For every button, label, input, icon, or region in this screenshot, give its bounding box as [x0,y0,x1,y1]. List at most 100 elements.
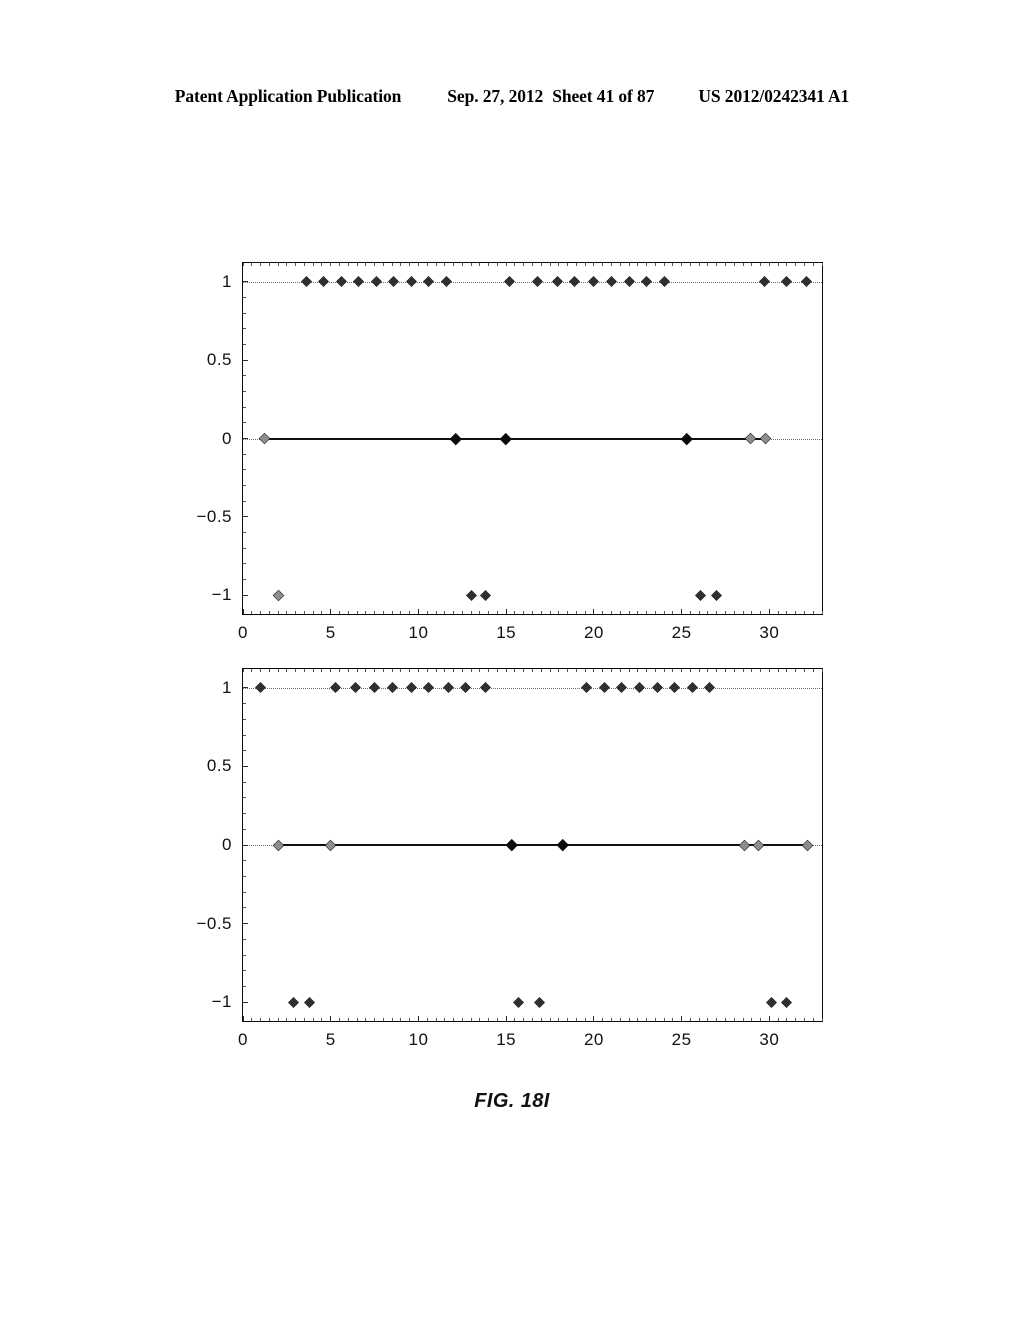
x-axis-label: 30 [759,623,780,642]
x-tick-minor [277,611,279,614]
x-tick-minor [584,263,586,266]
y-tick-minor [243,500,246,502]
x-tick-minor [795,669,797,672]
x-tick-minor [356,1018,358,1021]
y-tick-major [243,687,248,689]
x-tick-minor [479,669,481,672]
x-tick-minor [672,263,674,266]
x-tick-minor [707,1018,709,1021]
data-point-marker [406,682,417,693]
x-tick-minor [610,669,612,672]
x-tick-minor [646,611,648,614]
x-tick-minor [698,669,700,672]
data-point-marker [288,997,299,1008]
x-tick-minor [760,1018,762,1021]
x-tick-minor [567,263,569,266]
x-tick-minor [760,263,762,266]
x-tick-minor [374,1018,376,1021]
x-tick-minor [540,1018,542,1021]
y-tick-minor [243,453,246,455]
x-tick-minor [654,1018,656,1021]
x-tick-minor [268,263,270,266]
x-tick-minor [584,611,586,614]
x-tick-minor [567,669,569,672]
x-tick-minor [532,263,533,266]
x-tick-minor [584,1018,586,1021]
x-tick-minor [400,1018,402,1021]
x-tick-minor [637,263,639,266]
x-tick-minor [610,611,612,614]
x-tick-minor [435,669,437,672]
x-tick-minor [689,611,691,614]
x-axis-label: 10 [408,623,429,642]
y-tick-minor [243,312,246,314]
data-point-marker [513,997,524,1008]
x-tick-minor [654,669,656,672]
data-point-marker [504,276,515,287]
x-tick-minor [268,611,270,614]
x-tick-minor [777,611,779,614]
x-tick-minor [514,1018,516,1021]
x-tick-minor [453,1018,455,1021]
x-tick-minor [619,669,621,672]
x-tick-minor [637,1018,639,1021]
x-tick-minor [374,669,376,672]
data-point-marker [301,276,312,287]
x-tick-major [242,609,244,614]
scatter-chart-bottom [242,668,823,1022]
x-tick-minor [786,1018,788,1021]
y-tick-minor [243,563,246,565]
x-tick-minor [277,1018,279,1021]
data-point-marker [480,590,491,601]
x-tick-minor [637,611,639,614]
x-tick-minor [347,1018,349,1021]
x-tick-minor [391,611,393,614]
x-tick-minor [514,611,516,614]
x-tick-minor [400,611,402,614]
y-tick-minor [243,938,246,940]
x-tick-minor [251,669,253,672]
data-point-marker [318,276,329,287]
x-tick-minor [303,669,305,672]
data-point-marker [336,276,347,287]
x-tick-minor [742,263,744,266]
x-tick-minor [496,263,498,266]
y-tick-minor [243,907,246,909]
x-tick-minor [400,263,402,266]
y-tick-minor [243,390,246,392]
data-point-marker [739,840,750,850]
data-point-marker [695,590,706,601]
x-tick-minor [382,611,384,614]
x-tick-minor [330,263,332,266]
data-point-marker [557,839,568,851]
x-tick-minor [417,669,419,672]
x-tick-minor [725,669,726,672]
x-tick-minor [593,669,595,672]
data-point-marker [552,276,563,287]
data-point-marker [641,276,652,287]
data-point-marker [424,682,434,693]
x-tick-minor [716,611,718,614]
x-tick-minor [303,263,305,266]
data-point-marker [681,433,693,444]
x-tick-major [768,609,770,614]
x-tick-minor [672,1018,674,1021]
y-tick-minor [243,703,246,705]
plot-area-top [242,263,823,614]
x-tick-minor [532,1018,533,1021]
x-tick-minor [242,669,244,672]
x-tick-minor [733,263,735,266]
data-point-marker [406,276,417,287]
x-tick-minor [260,263,262,266]
x-tick-minor [812,669,814,672]
x-tick-minor [663,669,665,672]
data-point-marker [759,276,770,287]
x-tick-minor [663,1018,665,1021]
y-axis-label: −0.5 [196,506,232,526]
x-tick-minor [716,669,718,672]
data-point-marker [669,682,680,693]
x-tick-minor [260,611,262,614]
x-axis-label: 25 [671,623,692,642]
x-axis-label: 30 [759,1030,780,1049]
x-tick-minor [339,1018,340,1021]
